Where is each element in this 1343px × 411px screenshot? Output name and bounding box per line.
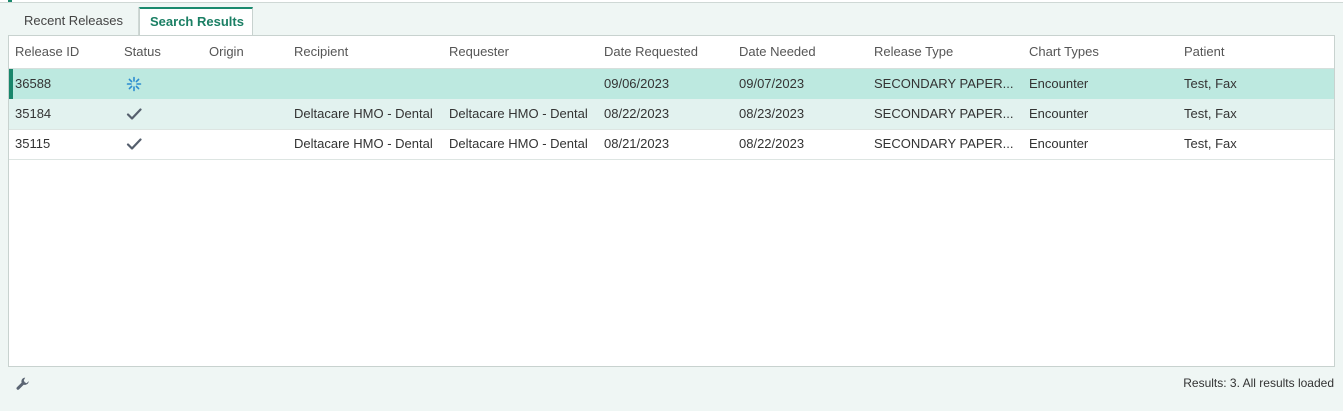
cell-requester: Deltacare HMO - Dental xyxy=(449,106,588,121)
column-header-date-requested[interactable]: Date Requested xyxy=(604,36,734,68)
cell-requester xyxy=(449,69,599,99)
column-header-recipient[interactable]: Recipient xyxy=(294,36,444,68)
table-row[interactable]: 35115 Deltacare HMO - Dental Deltacare H… xyxy=(9,129,1334,160)
checkmark-icon xyxy=(126,136,142,152)
tab-search-results[interactable]: Search Results xyxy=(139,7,253,37)
column-header-origin[interactable]: Origin xyxy=(209,36,289,68)
cell-date-needed: 09/07/2023 xyxy=(739,76,805,91)
top-panel-edge xyxy=(0,0,1343,3)
cell-date-requested: 08/21/2023 xyxy=(604,136,670,151)
cell-release-type: SECONDARY PAPER... xyxy=(874,76,1014,91)
grid-header: Release ID Status Origin Recipient Reque… xyxy=(9,36,1334,70)
cell-chart-types: Encounter xyxy=(1029,136,1089,151)
results-status: Results: 3. All results loaded xyxy=(1183,376,1334,390)
cell-recipient: Deltacare HMO - Dental xyxy=(294,136,433,151)
cell-chart-types: Encounter xyxy=(1029,76,1089,91)
grid-footer: Results: 3. All results loaded xyxy=(0,366,1343,411)
tab-recent-releases[interactable]: Recent Releases xyxy=(14,7,139,35)
cell-origin xyxy=(209,99,289,129)
cell-date-requested: 08/22/2023 xyxy=(604,106,670,121)
column-header-status[interactable]: Status xyxy=(124,36,204,68)
column-header-date-needed[interactable]: Date Needed xyxy=(739,36,869,68)
selection-indicator xyxy=(9,69,13,99)
cell-origin xyxy=(209,69,289,99)
cell-recipient: Deltacare HMO - Dental xyxy=(294,106,433,121)
cell-date-needed: 08/23/2023 xyxy=(739,106,805,121)
cell-date-requested: 09/06/2023 xyxy=(604,76,670,91)
cell-release-id: 35184 xyxy=(15,106,52,121)
cell-origin xyxy=(209,129,289,159)
cell-patient: Test, Fax xyxy=(1184,76,1237,91)
cell-patient: Test, Fax xyxy=(1184,106,1237,121)
table-row[interactable]: 35184 Deltacare HMO - Dental Deltacare H… xyxy=(9,99,1334,130)
checkmark-icon xyxy=(126,106,142,122)
cell-release-type: SECONDARY PAPER... xyxy=(874,136,1014,151)
column-header-patient[interactable]: Patient xyxy=(1184,36,1324,68)
column-header-release-id[interactable]: Release ID xyxy=(15,36,115,68)
wrench-icon[interactable] xyxy=(15,376,31,392)
column-header-requester[interactable]: Requester xyxy=(449,36,599,68)
cell-date-needed: 08/22/2023 xyxy=(739,136,805,151)
cell-requester: Deltacare HMO - Dental xyxy=(449,136,588,151)
cell-chart-types: Encounter xyxy=(1029,106,1089,121)
cell-recipient xyxy=(294,69,444,99)
top-accent xyxy=(8,0,12,2)
cell-release-id: 35115 xyxy=(15,136,51,151)
column-header-chart-types[interactable]: Chart Types xyxy=(1029,36,1179,68)
column-header-release-type[interactable]: Release Type xyxy=(874,36,1022,68)
spinner-icon xyxy=(126,76,142,92)
results-grid: Release ID Status Origin Recipient Reque… xyxy=(8,35,1335,367)
table-row[interactable]: 36588 09/06/2023 09/07/2023 SECONDARY PA… xyxy=(9,69,1334,100)
cell-patient: Test, Fax xyxy=(1184,136,1237,151)
cell-release-id: 36588 xyxy=(15,76,52,91)
cell-release-type: SECONDARY PAPER... xyxy=(874,106,1014,121)
